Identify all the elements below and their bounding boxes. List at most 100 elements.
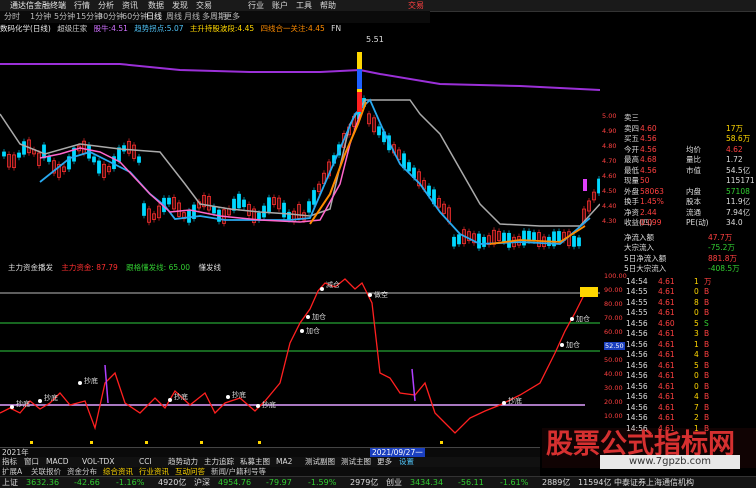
status-item: 沪深 <box>194 478 210 487</box>
status-item: -79.97 <box>266 478 292 487</box>
period-multi[interactable]: 多周期 <box>202 11 226 23</box>
info-tab[interactable]: 互动问答 <box>175 467 205 476</box>
status-item: -42.66 <box>74 478 100 487</box>
period-5min[interactable]: 5分钟 <box>54 11 75 23</box>
period-intraday[interactable]: 分时 <box>4 11 20 23</box>
tick-volume: 0 <box>694 308 699 317</box>
indicator-tab[interactable]: 私募主图 <box>240 457 270 467</box>
trade-button[interactable]: 交易 <box>408 0 424 11</box>
quote-label: 净资 <box>624 207 639 217</box>
indicator-tab[interactable]: 窗口 <box>24 457 39 467</box>
menu-trade[interactable]: 交易 <box>196 0 212 11</box>
info-tab[interactable]: 新闻/户籍利号等 <box>211 467 266 476</box>
quote-label-2: 流通 <box>686 207 701 217</box>
indicator-tab[interactable]: 测试主图 <box>341 457 371 467</box>
quote-label-2: 量比 <box>686 155 701 164</box>
period-monthly[interactable]: 月线 <box>184 11 200 23</box>
status-item: 4954.76 <box>218 478 252 487</box>
peak-signal-bar-blue <box>357 69 362 89</box>
tick-volume: 2 <box>694 413 699 422</box>
period-daily[interactable]: 日线 <box>146 11 162 23</box>
quote-label: 卖三 <box>624 113 639 122</box>
status-item: -56.11 <box>458 478 484 487</box>
indicator-tab[interactable]: 主力追踪 <box>204 457 234 467</box>
tick-price: 4.61 <box>658 287 675 296</box>
menu-discover[interactable]: 发现 <box>172 0 188 11</box>
tick-volume: 5 <box>694 360 699 370</box>
quote-row: 换手 1.45% 股本 11.9亿 <box>600 196 756 207</box>
tick-time: 14:56 <box>626 413 648 422</box>
menu-account[interactable]: 账户 <box>272 0 288 11</box>
menu-analysis[interactable]: 分析 <box>98 0 114 11</box>
candlestick-chart[interactable]: 5.51 <box>0 34 600 258</box>
menu-tools[interactable]: 工具 <box>296 0 312 11</box>
tick-price: 4.60 <box>658 318 675 328</box>
indicator-axis-label: 52.50 <box>604 342 625 350</box>
quote-row: 净资 2.44 流通 7.94亿 <box>600 207 756 218</box>
tick-price: 4.61 <box>658 360 675 370</box>
info-tab[interactable]: 综合资讯 <box>103 467 133 476</box>
menu-data[interactable]: 数据 <box>148 0 164 11</box>
legend-item: 主升持股波段:4.45 <box>189 24 255 33</box>
status-item: 上证 <box>2 478 18 487</box>
pink-ma-line <box>39 113 361 223</box>
period-more[interactable]: 更多 <box>224 11 240 23</box>
indicator-legend: 主力资金播发 主力资金: 87.79 跟格懂发线: 65.00 懂发线 <box>0 262 600 273</box>
legend-item: 跟格懂发线: 65.00 <box>126 263 191 272</box>
tick-time: 14:55 <box>626 297 648 307</box>
tick-price: 4.61 <box>658 297 675 307</box>
indicator-tab[interactable]: VOL-TDX <box>82 457 114 467</box>
signal-chaodi: 抄底 <box>16 399 30 408</box>
menu-quotes[interactable]: 行情 <box>74 0 90 11</box>
quote-value: 4.56 <box>640 144 657 154</box>
tick-price: 4.61 <box>658 276 675 286</box>
info-tab[interactable]: 资金分布 <box>67 467 97 476</box>
period-weekly[interactable]: 周线 <box>166 11 182 23</box>
indicator-tab[interactable]: MACD <box>46 457 68 467</box>
tick-row: 14:56 4.61 5 B <box>600 360 756 371</box>
info-tabs: 扩展A 关联报价 资金分布 综合资讯 行业资讯 互动问答 新闻/户籍利号等 <box>0 467 540 476</box>
indicator-tab[interactable]: CCI <box>139 457 152 467</box>
flow-value: -75.2万 <box>708 243 735 252</box>
tick-volume: 7 <box>694 402 699 412</box>
info-tab[interactable]: 扩展A <box>2 467 22 476</box>
flow-label: 大宗流入 <box>624 243 654 252</box>
quote-label-2: 内盘 <box>686 186 701 196</box>
tick-volume: 4 <box>694 392 699 401</box>
tick-volume: 5 <box>694 318 699 328</box>
legend-item: 主力资金: 87.79 <box>61 263 118 272</box>
menu-news[interactable]: 资讯 <box>122 0 138 11</box>
price-axis: 5.00 4.90 4.80 4.70 4.60 4.50 4.40 4.30 <box>602 112 616 225</box>
signal-chaodi: 抄底 <box>508 396 522 405</box>
period-1min[interactable]: 1分钟 <box>30 11 51 23</box>
info-tab[interactable]: 关联报价 <box>31 467 61 476</box>
indicator-tab[interactable]: 设置 <box>399 457 414 467</box>
flow-label: 净流入额 <box>624 232 654 242</box>
menu-industry[interactable]: 行业 <box>248 0 264 11</box>
fund-flow-indicator[interactable]: 抄底 抄底 抄底 抄底 抄底 抄底 加仓 加仓 减仓 做空 抄底 加仓 加仓 <box>0 273 600 447</box>
quote-label: 最高 <box>624 155 639 164</box>
tick-flag: S <box>704 318 709 328</box>
blue-trend-line <box>39 98 591 245</box>
status-item: 3434.34 <box>410 478 444 487</box>
quote-label-2: 均价 <box>686 144 701 154</box>
info-tab[interactable]: 行业资讯 <box>139 467 169 476</box>
indicator-tab[interactable]: 趋势动力 <box>168 457 198 467</box>
indicator-tab[interactable]: 测试副图 <box>305 457 335 467</box>
status-item: 3632.36 <box>26 478 60 487</box>
flow-value: 881.8万 <box>708 253 737 263</box>
indicator-tab[interactable]: 更多 <box>377 457 392 467</box>
tick-row: 14:56 4.61 4 B <box>600 349 756 360</box>
flow-row: 5日净流入额 881.8万 <box>600 253 756 264</box>
period-60min[interactable]: 60分钟 <box>122 11 148 23</box>
tick-price: 4.61 <box>658 402 675 412</box>
indicator-tab[interactable]: 指标 <box>2 457 17 467</box>
indicator-tab[interactable]: MA2 <box>276 457 292 467</box>
tick-time: 14:56 <box>626 392 648 401</box>
quote-row: 买五 4.56 58.6万 <box>600 133 756 144</box>
price-axis-label: 4.40 <box>602 202 616 210</box>
indicator-name: 超级庄家 <box>57 24 88 33</box>
menu-help[interactable]: 帮助 <box>320 0 336 11</box>
app-title: 通达信金融终端 <box>10 1 66 10</box>
period-30min[interactable]: 30分钟 <box>98 11 124 23</box>
